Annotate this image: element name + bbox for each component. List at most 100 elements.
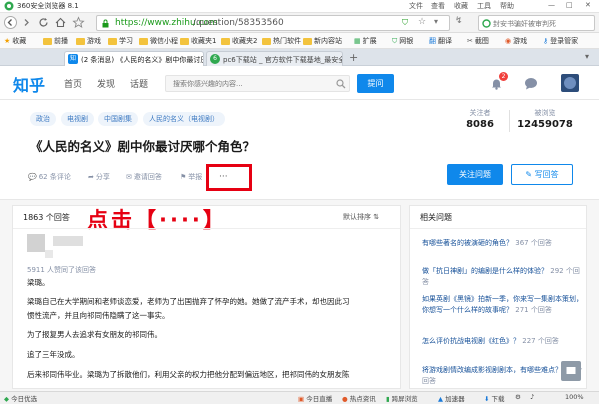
new-tab-icon[interactable]: + — [349, 51, 358, 64]
tab-zhihu[interactable]: 知 (2 条消息) 《人民的名义》剧中你最讨厌哪 — [64, 51, 204, 66]
minimize-icon[interactable]: — — [548, 1, 555, 9]
translate-button[interactable]: 翻翻译 — [429, 36, 452, 46]
topic-tag[interactable]: 政治 — [30, 112, 56, 126]
blurred-name — [53, 236, 83, 246]
folder-icon — [262, 37, 271, 45]
zoom-level[interactable]: 100% — [565, 393, 584, 401]
menu-favorites[interactable]: 收藏 — [454, 1, 468, 11]
translate-icon: 翻 — [429, 37, 436, 45]
menu-help[interactable]: 帮助 — [500, 1, 514, 11]
report-link[interactable]: ⚑ 举报 — [180, 172, 202, 182]
zhihu-logo[interactable]: 知乎 — [13, 72, 45, 96]
login-manager-button[interactable]: ⚷ 登录管家 — [543, 36, 578, 46]
back-icon[interactable] — [4, 16, 17, 29]
search-engine-icon — [482, 19, 491, 28]
ask-button[interactable]: 提问 — [357, 74, 394, 93]
gamepad-icon: ◉ — [505, 37, 512, 45]
nav-topics[interactable]: 话题 — [130, 77, 148, 90]
answer-paragraph: 梁璐自己在大学期间和老师谈恋爱，老师为了出国抛弃了怀孕的她。她做了流产手术，却也… — [27, 297, 350, 306]
zhihu-search-input[interactable] — [173, 78, 333, 89]
browser-search-input[interactable] — [493, 18, 593, 29]
bookmark-folder[interactable]: 前播 — [43, 36, 68, 46]
daily-picks[interactable]: ◆ 今日优选 — [4, 393, 37, 403]
follow-question-button[interactable]: 关注问题 — [447, 164, 503, 185]
reader-icon[interactable]: ↯ — [455, 16, 463, 26]
live-link[interactable]: ▣ 今日直播 — [298, 393, 332, 403]
related-question[interactable]: 将游戏剧情改编成影视剧剧本，有哪些难点？ 10 个回答 — [422, 365, 584, 387]
views-label: 被浏览 — [534, 109, 556, 117]
answer-paragraph: 惯性流产，并且向祁同伟隐瞒了这一事实。 — [27, 311, 170, 320]
invite-link[interactable]: ✉ 邀请回答 — [126, 172, 162, 182]
search-icon[interactable] — [336, 79, 346, 89]
bookmark-folder[interactable]: 收藏夹2 — [221, 36, 257, 46]
related-question[interactable]: 有哪些著名的被演砸的角色？ 367 个回答 — [422, 238, 584, 249]
related-question[interactable]: 做「抗日神剧」的编剧是什么样的体验？ 292 个回答 — [422, 266, 584, 288]
bookmark-folder[interactable]: 学习 — [108, 36, 133, 46]
bookmark-folder[interactable]: 热门软件 — [262, 36, 301, 46]
star-icon: ★ — [4, 37, 11, 45]
zhihu-search-box[interactable] — [165, 75, 350, 92]
extensions-button[interactable]: ▦ 扩展 — [354, 36, 377, 46]
avatar[interactable] — [561, 74, 579, 92]
divider — [13, 228, 400, 229]
menu-file[interactable]: 文件 — [409, 1, 423, 11]
secure-shield-icon[interactable]: ⛉ — [402, 18, 408, 28]
related-question[interactable]: 怎么评价抗战电视剧《红色》？ 227 个回答 — [422, 336, 584, 347]
news-link[interactable]: ● 热点资讯 — [342, 393, 376, 403]
url-field[interactable]: https://www.zhihu.com /question/58353560… — [96, 15, 450, 31]
forward-icon[interactable] — [20, 16, 33, 29]
cross-screen-link[interactable]: ▮ 跨屏浏览 — [386, 393, 418, 403]
folder-icon — [76, 37, 85, 45]
refresh-icon[interactable] — [37, 16, 50, 29]
pencil-icon: ✎ — [525, 170, 535, 179]
bookmark-folder[interactable]: 微信小程 — [139, 36, 178, 46]
star-icon[interactable]: ☆ — [418, 17, 426, 27]
accelerator-link[interactable]: ▲ 加速器 — [438, 393, 465, 403]
related-question[interactable]: 如果英剧《黑镜》拍新一季，你来写一集剧本策划，你想写一个什么样的故事呢？ 271… — [422, 294, 584, 316]
annotation-text: 点击【····】 — [87, 208, 227, 232]
download-link[interactable]: ⬇ 下载 — [484, 393, 505, 403]
nav-explore[interactable]: 发现 — [97, 77, 115, 90]
dropdown-icon[interactable]: ▾ — [434, 17, 438, 26]
bookmarks-bar: ★ 收藏 前播 游戏 学习 微信小程 收藏夹1 收藏夹2 热门软件 新内容站 ▦ 扩… — [0, 33, 599, 49]
answer-count: 1863 个回答 — [23, 213, 70, 222]
bookmark-folder[interactable]: 游戏 — [76, 36, 101, 46]
topic-tag[interactable]: 电视剧 — [61, 112, 94, 126]
topic-tag[interactable]: 中国剧集 — [98, 112, 138, 126]
tab-list-icon[interactable]: ▾ — [585, 52, 589, 61]
folder-icon — [108, 37, 117, 45]
favorite-star-icon[interactable] — [72, 16, 85, 29]
bookmark-folder[interactable]: 新内容站 — [303, 36, 342, 46]
tab-pc6[interactable]: 6 pc6下载站 _ 官方软件下载基地_最安全 — [206, 51, 343, 66]
share-link[interactable]: ➦ 分享 — [88, 172, 110, 182]
menu-view[interactable]: 查看 — [431, 1, 445, 11]
bookmark-folder[interactable]: 收藏夹1 — [180, 36, 216, 46]
settings-icon[interactable]: ⚙ — [515, 393, 521, 401]
menu-tools[interactable]: 工具 — [477, 1, 491, 11]
bookmark-favorites[interactable]: ★ 收藏 — [4, 36, 26, 46]
key-icon: ⚷ — [543, 37, 549, 45]
close-icon[interactable]: ✕ — [585, 1, 591, 9]
folder-icon — [43, 37, 52, 45]
screenshot-button[interactable]: ✂ 截图 — [467, 36, 489, 46]
home-icon[interactable] — [54, 16, 67, 29]
nav-home[interactable]: 首页 — [64, 77, 82, 90]
sort-dropdown[interactable]: 默认排序 ⇅ — [343, 212, 379, 222]
browser-search-box[interactable] — [478, 15, 595, 31]
invite-icon: ✉ — [126, 173, 132, 181]
write-answer-button[interactable]: ✎ 写回答 — [511, 164, 573, 185]
bank-button[interactable]: ⛉ 网银 — [392, 36, 413, 46]
message-icon[interactable] — [524, 77, 538, 90]
topic-tag[interactable]: 人民的名义（电视剧） — [143, 112, 225, 126]
followers-count: 8086 — [466, 119, 494, 130]
followers-label: 关注者 — [469, 109, 491, 117]
views-count: 12459078 — [517, 119, 573, 130]
comments-link[interactable]: 💬 62 条评论 — [28, 172, 71, 182]
maximize-icon[interactable]: □ — [566, 1, 573, 9]
sound-icon[interactable]: ♪ — [530, 393, 534, 401]
games-button[interactable]: ◉ 游戏 — [505, 36, 527, 46]
folder-icon — [180, 37, 189, 45]
secure-lock-icon — [102, 19, 109, 28]
scroll-to-top-button[interactable] — [561, 361, 581, 381]
question-title: 《人民的名义》剧中你最讨厌哪个角色？ — [30, 139, 256, 154]
